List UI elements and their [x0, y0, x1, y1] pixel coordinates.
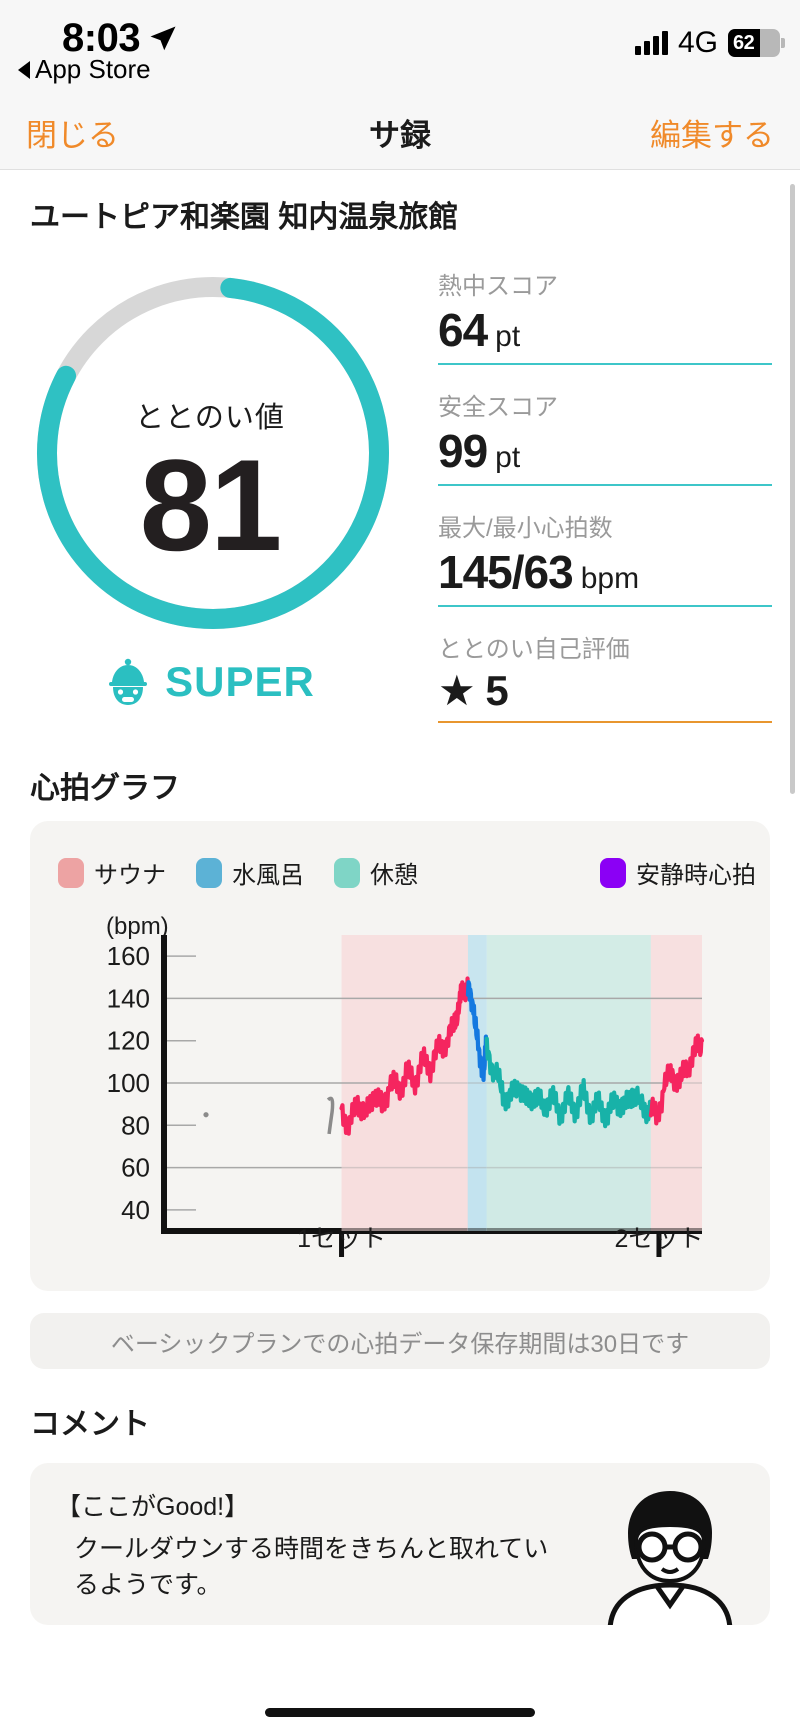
- x-axis-tick-label: 1セット: [297, 1225, 386, 1253]
- summary-section: ととのい値 81 SUPER 熱中スコア 64 pt 安全スコア 99 pt 最…: [0, 236, 800, 745]
- svg-text:100: 100: [107, 1068, 150, 1098]
- stat-value-row: 99 pt: [438, 424, 772, 484]
- stat-underline: [438, 721, 772, 723]
- stat-label: 最大/最小心拍数: [438, 515, 613, 542]
- back-to-app-store-button[interactable]: App Store: [18, 54, 151, 85]
- totonoi-ring: ととのい値 81 SUPER: [0, 246, 420, 716]
- stat-value: 64: [438, 304, 488, 356]
- legend-swatch: [334, 857, 360, 888]
- stat-unit: pt: [495, 441, 521, 474]
- legend-item-rest: 休憩: [334, 855, 418, 890]
- stat-unit: bpm: [580, 562, 640, 595]
- back-app-label: App Store: [35, 54, 151, 84]
- stats-list: 熱中スコア 64 pt 安全スコア 99 pt 最大/最小心拍数 145/63 …: [420, 246, 800, 745]
- svg-text:160: 160: [107, 941, 150, 971]
- legend-swatch: [196, 857, 222, 888]
- svg-text:140: 140: [107, 983, 150, 1013]
- person-avatar-icon: [607, 1491, 733, 1625]
- legend-label: 水風呂: [232, 862, 304, 889]
- status-right-group: 4G 62: [634, 26, 785, 60]
- stat-underline: [438, 605, 772, 607]
- stat-value-row: ★ 5: [438, 666, 772, 721]
- x-axis-labels: 1セット 2セット: [30, 1219, 770, 1259]
- stat-item-safety-score: 安全スコア 99 pt: [438, 387, 772, 486]
- stat-value: 145/63: [438, 546, 574, 598]
- heart-rate-chart-card: サウナ 水風呂 休憩 安静時心拍 (bpm) 160 140 120 100 80 60 4…: [30, 821, 770, 1291]
- rank-row: SUPER: [0, 658, 420, 706]
- stat-item-max-min-hr: 最大/最小心拍数 145/63 bpm: [438, 508, 772, 607]
- comment-body: クールダウンする時間をきちんと取れているようです。: [74, 1535, 549, 1599]
- comment-card: 【ここがGood!】 クールダウンする時間をきちんと取れているようです。: [30, 1463, 770, 1625]
- close-button[interactable]: 閉じる: [26, 110, 119, 155]
- stat-label: 熱中スコア: [438, 273, 558, 300]
- stat-item-heat-score: 熱中スコア 64 pt: [438, 266, 772, 365]
- stat-underline: [438, 484, 772, 486]
- chart-legend: サウナ 水風呂 休憩 安静時心拍: [30, 821, 770, 890]
- legend-item-sauna: サウナ: [58, 855, 166, 890]
- comment-section: コメント: [0, 1369, 800, 1443]
- legend-swatch: [58, 857, 84, 888]
- sauna-character-icon: [109, 658, 148, 705]
- stat-label: 安全スコア: [438, 394, 558, 421]
- app-screen: 8:03 App Store 4G 62 閉じる サ録 編集する ユートピア和楽…: [0, 0, 800, 1731]
- rank-label: SUPER: [165, 658, 315, 705]
- ring-label: ととのい値: [135, 402, 285, 434]
- x-axis-tick-label: 2セット: [614, 1225, 704, 1253]
- stat-item-self-rating: ととのい自己評価 ★ 5: [438, 629, 772, 723]
- plan-notice: ベーシックプランでの心拍データ保存期間は30日です: [30, 1313, 770, 1369]
- comment-heading: 【ここがGood!】: [56, 1493, 250, 1521]
- stat-unit: pt: [495, 320, 521, 353]
- navigation-bar: 閉じる サ録 編集する: [0, 96, 800, 170]
- back-triangle-icon: [18, 60, 30, 79]
- status-bar: 8:03 App Store 4G 62: [0, 0, 800, 96]
- ring-value: 81: [139, 432, 283, 578]
- network-type-label: 4G: [677, 26, 718, 59]
- svg-text:120: 120: [107, 1026, 150, 1056]
- battery-icon: 62: [728, 29, 785, 57]
- stat-value: ★ 5: [438, 667, 509, 714]
- legend-item-resting-hr: 安静時心拍: [600, 855, 756, 890]
- stat-value-row: 145/63 bpm: [438, 545, 772, 605]
- venue-name: ユートピア和楽園 知内温泉旅館: [30, 201, 459, 234]
- stat-value: 99: [438, 425, 488, 477]
- legend-label: 安静時心拍: [636, 862, 756, 889]
- comment-section-title: コメント: [30, 1408, 150, 1441]
- scroll-content: ユートピア和楽園 知内温泉旅館 ととのい値 81 SUPER 熱中スコア 64 …: [0, 170, 800, 1731]
- svg-text:80: 80: [121, 1110, 150, 1140]
- stat-underline: [438, 363, 772, 365]
- legend-item-coldbath: 水風呂: [196, 855, 304, 890]
- legend-label: サウナ: [94, 862, 166, 889]
- stat-value-row: 64 pt: [438, 303, 772, 363]
- stat-label: ととのい自己評価: [438, 636, 630, 663]
- battery-percent-label: 62: [733, 31, 755, 54]
- legend-label: 休憩: [370, 862, 418, 889]
- legend-swatch: [600, 857, 626, 888]
- edit-button[interactable]: 編集する: [650, 110, 774, 155]
- signal-bars-icon: [634, 31, 668, 55]
- svg-text:60: 60: [121, 1153, 150, 1183]
- home-indicator: [265, 1708, 535, 1717]
- chart-section-title: 心拍グラフ: [30, 772, 180, 805]
